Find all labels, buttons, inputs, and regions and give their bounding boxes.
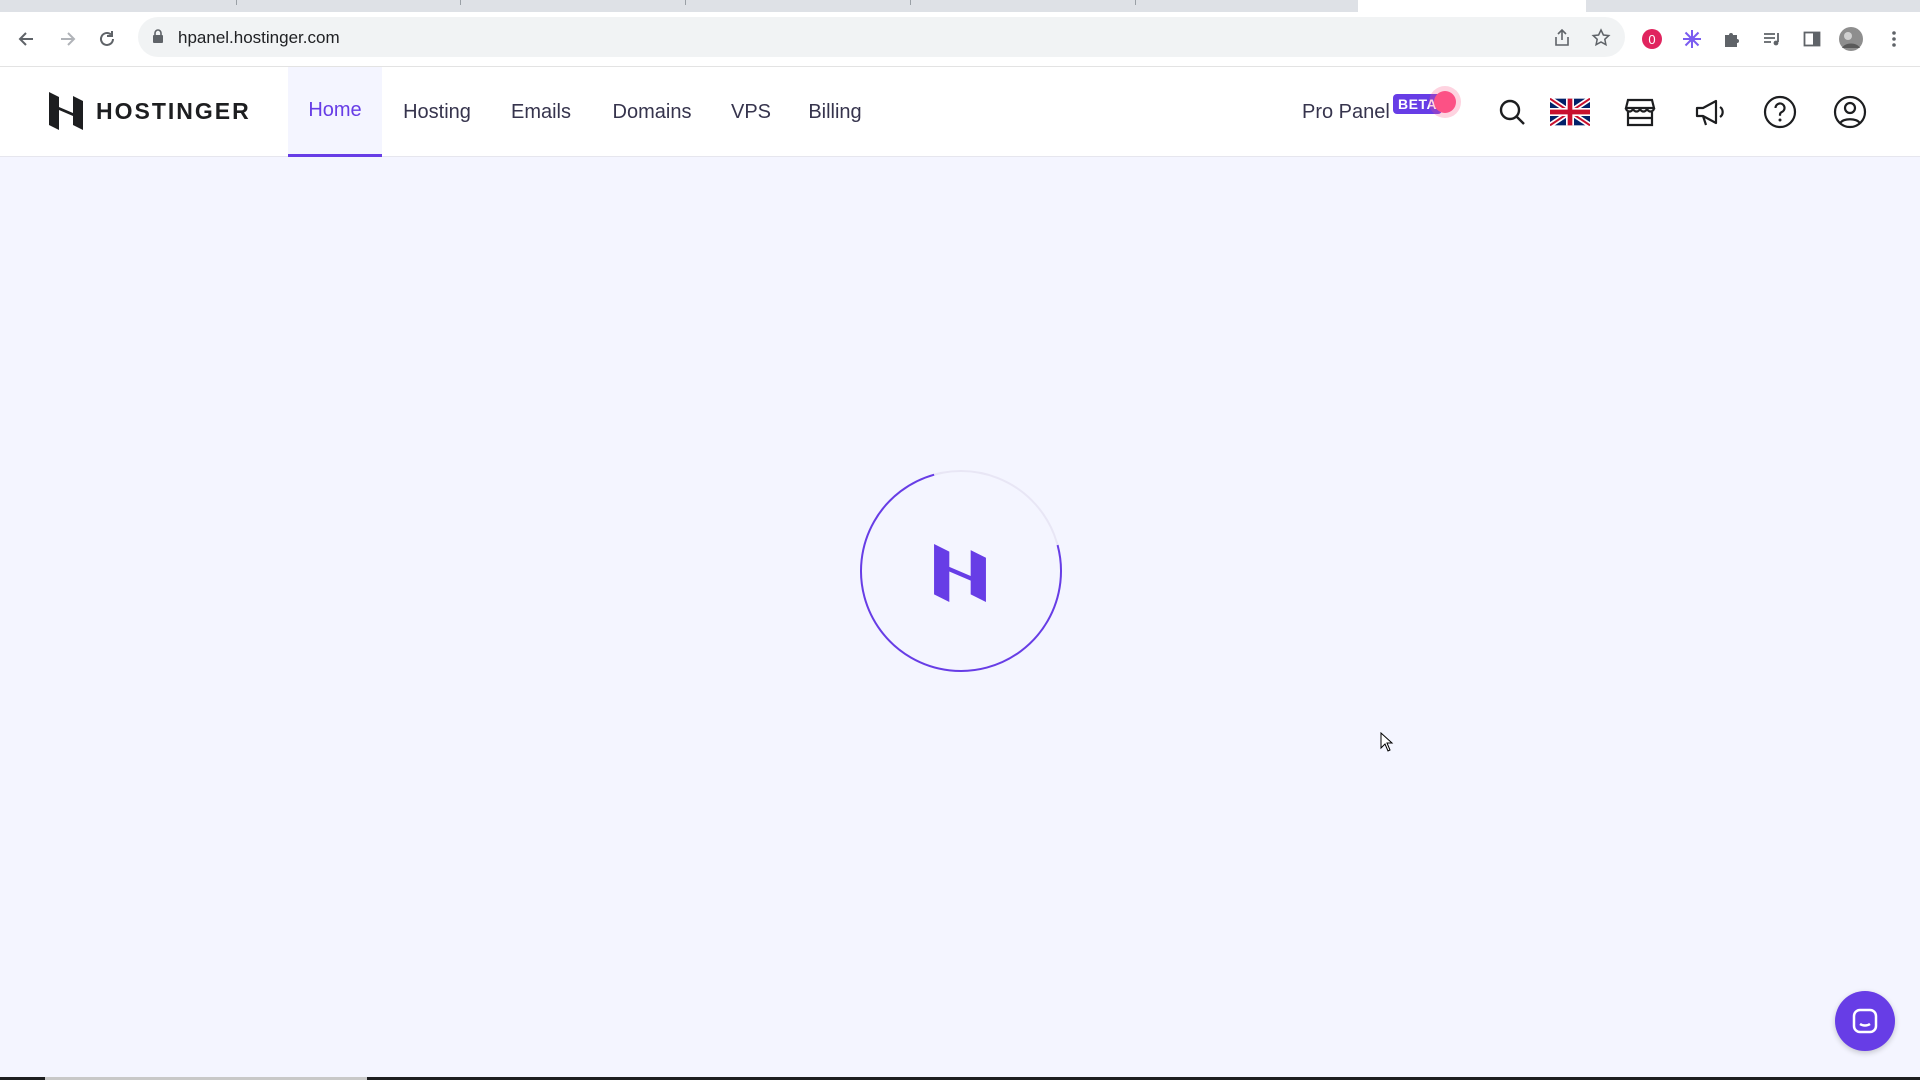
tab-separator: [910, 0, 911, 5]
side-panel-icon[interactable]: [1799, 26, 1825, 52]
account-icon[interactable]: [1828, 90, 1872, 134]
back-button[interactable]: [12, 24, 42, 54]
browser-tab-strip: [0, 0, 1920, 12]
nav-billing[interactable]: Billing: [798, 67, 872, 157]
hostinger-logo[interactable]: HOSTINGER: [49, 92, 251, 130]
live-chat-button[interactable]: [1835, 991, 1895, 1051]
hostinger-h-icon: [49, 92, 83, 130]
tab-separator: [1135, 0, 1136, 5]
pro-panel-link[interactable]: Pro Panel: [1302, 67, 1390, 157]
tab-separator: [460, 0, 461, 5]
app-header: HOSTINGER Home Hosting Emails Domains VP…: [0, 67, 1920, 157]
address-bar[interactable]: hpanel.hostinger.com: [138, 17, 1625, 57]
help-icon[interactable]: [1758, 90, 1802, 134]
tab-separator: [236, 0, 237, 5]
search-icon[interactable]: [1490, 90, 1534, 134]
media-control-icon[interactable]: [1759, 26, 1785, 52]
reload-button[interactable]: [92, 24, 122, 54]
browser-menu-icon[interactable]: [1881, 26, 1907, 52]
back-arrow-icon: [18, 32, 33, 46]
notification-dot: [1434, 91, 1456, 113]
store-icon[interactable]: [1618, 90, 1662, 134]
forward-arrow-icon: [61, 32, 76, 46]
inactive-tabs-area[interactable]: [0, 0, 1358, 12]
nav-home[interactable]: Home: [288, 67, 382, 157]
browser-toolbar: hpanel.hostinger.com 0: [0, 12, 1920, 67]
uk-flag-icon[interactable]: [1548, 90, 1592, 134]
nav-emails[interactable]: Emails: [498, 67, 584, 157]
active-browser-tab[interactable]: [1358, 0, 1586, 12]
nav-domains[interactable]: Domains: [600, 67, 704, 157]
logo-text: HOSTINGER: [96, 97, 251, 124]
nav-vps[interactable]: VPS: [720, 67, 782, 157]
url-text: hpanel.hostinger.com: [178, 28, 340, 47]
share-icon[interactable]: [1550, 26, 1574, 50]
bookmark-star-icon[interactable]: [1589, 26, 1613, 50]
hostinger-h-icon: [934, 544, 986, 602]
tab-separator: [685, 0, 686, 5]
megaphone-icon[interactable]: [1688, 90, 1732, 134]
chat-icon: [1852, 1008, 1878, 1034]
nav-hosting[interactable]: Hosting: [392, 67, 482, 157]
lock-icon: [152, 29, 164, 49]
extension-snowflake-icon[interactable]: [1679, 26, 1705, 52]
mouse-cursor-icon: [1380, 732, 1394, 752]
reload-icon: [100, 31, 114, 46]
forward-button[interactable]: [52, 24, 82, 54]
extensions-puzzle-icon[interactable]: [1719, 26, 1745, 52]
extension-opera-icon[interactable]: 0: [1639, 26, 1665, 52]
profile-avatar-icon[interactable]: [1838, 26, 1864, 52]
svg-text:0: 0: [1648, 32, 1655, 47]
